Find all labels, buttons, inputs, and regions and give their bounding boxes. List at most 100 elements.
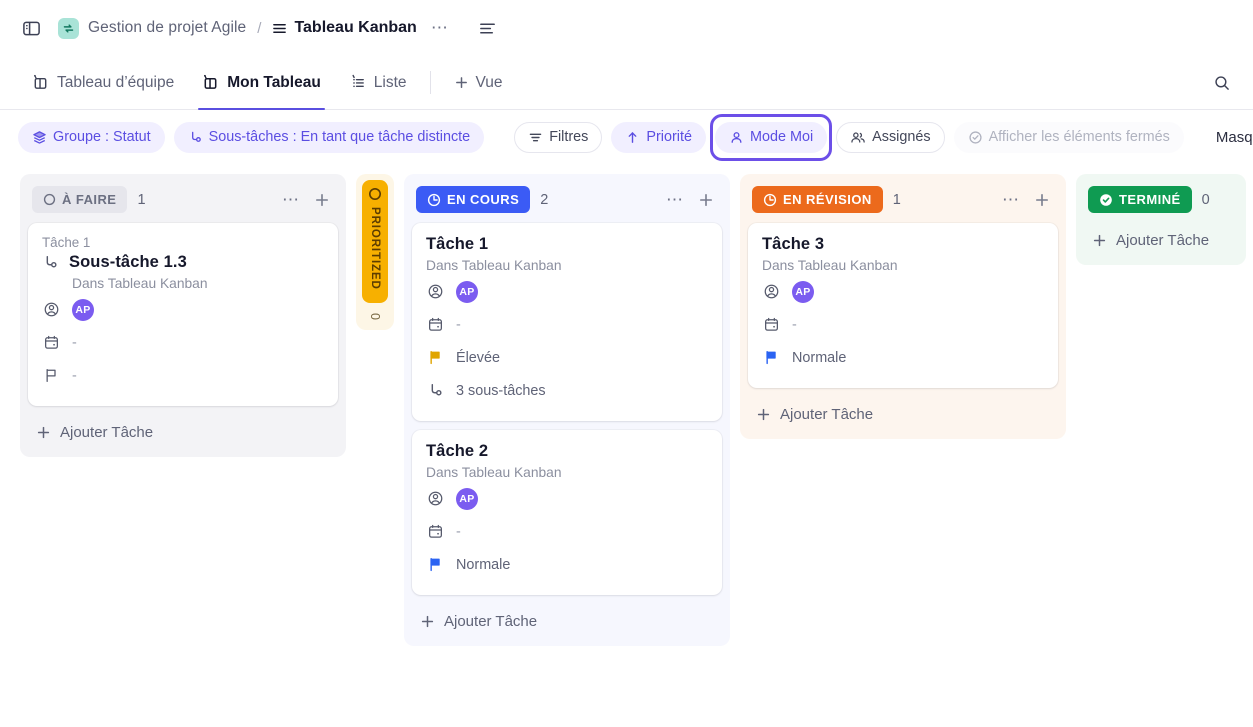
group-by-label: Groupe : Statut xyxy=(53,129,151,145)
column-more-button[interactable]: ⋯ xyxy=(278,189,304,210)
board-column-en-revision: EN RÉVISION 1 ⋯ Tâche 3 Dans Tableau Kan… xyxy=(740,174,1066,439)
column-header: TERMINÉ 0 xyxy=(1084,182,1238,223)
tab-liste[interactable]: Liste xyxy=(335,56,421,109)
breadcrumb-view[interactable]: Tableau Kanban xyxy=(272,19,417,37)
column-add-button[interactable] xyxy=(694,190,718,210)
check-circle-icon xyxy=(968,130,983,145)
search-button[interactable] xyxy=(1207,68,1237,98)
card-priority-row[interactable]: - xyxy=(42,359,324,392)
card-location: Dans Tableau Kanban xyxy=(426,258,562,273)
column-more-button[interactable]: ⋯ xyxy=(662,189,688,210)
add-task-button[interactable]: Ajouter Tâche xyxy=(28,415,338,449)
breadcrumb-project[interactable]: Gestion de projet Agile xyxy=(88,19,246,37)
add-task-label: Ajouter Tâche xyxy=(444,613,538,630)
column-header: À FAIRE 1 ⋯ xyxy=(28,182,338,223)
sidebar-panel-icon xyxy=(22,19,41,38)
column-add-button[interactable] xyxy=(1030,190,1054,210)
board-lines-icon xyxy=(272,21,287,36)
calendar-icon xyxy=(426,316,444,333)
tab-label: Liste xyxy=(373,73,407,91)
tabs-divider xyxy=(429,71,431,94)
add-task-label: Ajouter Tâche xyxy=(1116,232,1210,249)
task-card[interactable]: Tâche 2 Dans Tableau Kanban AP - Normale xyxy=(412,430,722,595)
prioritized-vertical-tab[interactable]: PRIORITIZED xyxy=(362,180,388,303)
subtask-icon xyxy=(426,382,444,399)
board-column-en-cours: EN COURS 2 ⋯ Tâche 1 Dans Tableau Kanban xyxy=(404,174,730,646)
board-pin-icon xyxy=(202,74,219,91)
breadcrumb-separator: / xyxy=(257,19,262,37)
add-view-button[interactable]: Vue xyxy=(440,56,517,109)
avatar[interactable]: AP xyxy=(792,280,814,303)
flag-filled-icon xyxy=(426,556,444,573)
status-badge-a-faire[interactable]: À FAIRE xyxy=(32,186,128,213)
add-task-button[interactable]: Ajouter Tâche xyxy=(748,397,1058,431)
circle-icon xyxy=(368,187,382,201)
filters-chip[interactable]: Filtres xyxy=(514,121,603,153)
card-assignee-row[interactable]: AP xyxy=(426,275,708,308)
status-label: EN RÉVISION xyxy=(783,192,872,207)
list-lines-icon xyxy=(478,19,497,38)
card-assignee-row[interactable]: AP xyxy=(426,482,708,515)
avatar[interactable]: AP xyxy=(72,298,94,321)
card-assignee-row[interactable]: AP xyxy=(762,275,1044,308)
assignees-label: Assignés xyxy=(872,129,931,145)
card-date-row[interactable]: - xyxy=(426,308,708,341)
hide-button[interactable]: Masquer xyxy=(1210,129,1253,146)
view-menu-button[interactable] xyxy=(473,13,503,43)
board-pin-icon xyxy=(32,74,49,91)
clock-icon xyxy=(763,193,777,207)
me-mode-highlight: Mode Moi xyxy=(709,113,833,161)
top-bar: Gestion de projet Agile / Tableau Kanban… xyxy=(0,0,1253,56)
card-date-value: - xyxy=(792,316,797,333)
group-by-chip[interactable]: Groupe : Statut xyxy=(18,121,165,153)
tabs-right-actions xyxy=(1207,56,1237,109)
card-priority-row[interactable]: Élevée xyxy=(426,341,708,374)
column-count: 1 xyxy=(137,191,146,208)
plus-icon xyxy=(420,614,435,629)
priority-chip[interactable]: Priorité xyxy=(611,121,706,153)
status-label: TERMINÉ xyxy=(1119,192,1181,207)
add-task-button[interactable]: Ajouter Tâche xyxy=(1084,223,1238,257)
subtasks-chip[interactable]: Sous-tâches : En tant que tâche distinct… xyxy=(173,121,485,153)
card-priority-value: Élevée xyxy=(456,349,501,366)
status-label: EN COURS xyxy=(447,192,520,207)
check-circle-filled-icon xyxy=(1099,193,1113,207)
filter-icon xyxy=(528,130,543,145)
card-subtasks-row[interactable]: 3 sous-tâches xyxy=(426,374,708,407)
task-card[interactable]: Tâche 3 Dans Tableau Kanban AP - Normale xyxy=(748,223,1058,388)
column-more-button[interactable]: ⋯ xyxy=(998,189,1024,210)
tab-mon-tableau[interactable]: Mon Tableau xyxy=(188,56,335,110)
status-badge-en-cours[interactable]: EN COURS xyxy=(416,186,531,213)
tab-tableau-dequipe[interactable]: Tableau d’équipe xyxy=(18,56,188,109)
show-closed-chip[interactable]: Afficher les éléments fermés xyxy=(953,121,1184,153)
avatar[interactable]: AP xyxy=(456,280,478,303)
avatar[interactable]: AP xyxy=(456,487,478,510)
card-priority-row[interactable]: Normale xyxy=(762,341,1044,374)
add-task-button[interactable]: Ajouter Tâche xyxy=(412,604,722,638)
add-task-label: Ajouter Tâche xyxy=(60,424,154,441)
card-subtasks-value: 3 sous-tâches xyxy=(456,382,546,399)
plus-icon xyxy=(1092,233,1107,248)
task-card[interactable]: Tâche 1 Sous-tâche 1.3 Dans Tableau Kanb… xyxy=(28,223,338,406)
column-add-button[interactable] xyxy=(310,190,334,210)
column-count: 0 xyxy=(1201,191,1210,208)
view-more-button[interactable]: ⋯ xyxy=(429,18,451,38)
card-assignee-row[interactable]: AP xyxy=(42,293,324,326)
status-badge-termine[interactable]: TERMINÉ xyxy=(1088,186,1192,213)
status-badge-en-revision[interactable]: EN RÉVISION xyxy=(752,186,883,213)
plus-icon xyxy=(36,425,51,440)
assignees-chip[interactable]: Assignés xyxy=(836,121,945,153)
card-priority-row[interactable]: Normale xyxy=(426,548,708,581)
card-location: Dans Tableau Kanban xyxy=(72,276,208,291)
sidebar-toggle-button[interactable] xyxy=(16,13,46,43)
column-actions: ⋯ xyxy=(998,189,1054,210)
me-mode-chip[interactable]: Mode Moi xyxy=(714,121,828,153)
card-date-row[interactable]: - xyxy=(762,308,1044,341)
board-column-prioritized-collapsed[interactable]: PRIORITIZED 0 xyxy=(356,174,394,330)
card-title: Sous-tâche 1.3 xyxy=(69,253,187,271)
card-date-row[interactable]: - xyxy=(42,326,324,359)
card-date-row[interactable]: - xyxy=(426,515,708,548)
add-task-label: Ajouter Tâche xyxy=(780,406,874,423)
task-card[interactable]: Tâche 1 Dans Tableau Kanban AP - Élevée … xyxy=(412,223,722,421)
card-priority-value: Normale xyxy=(456,556,511,573)
